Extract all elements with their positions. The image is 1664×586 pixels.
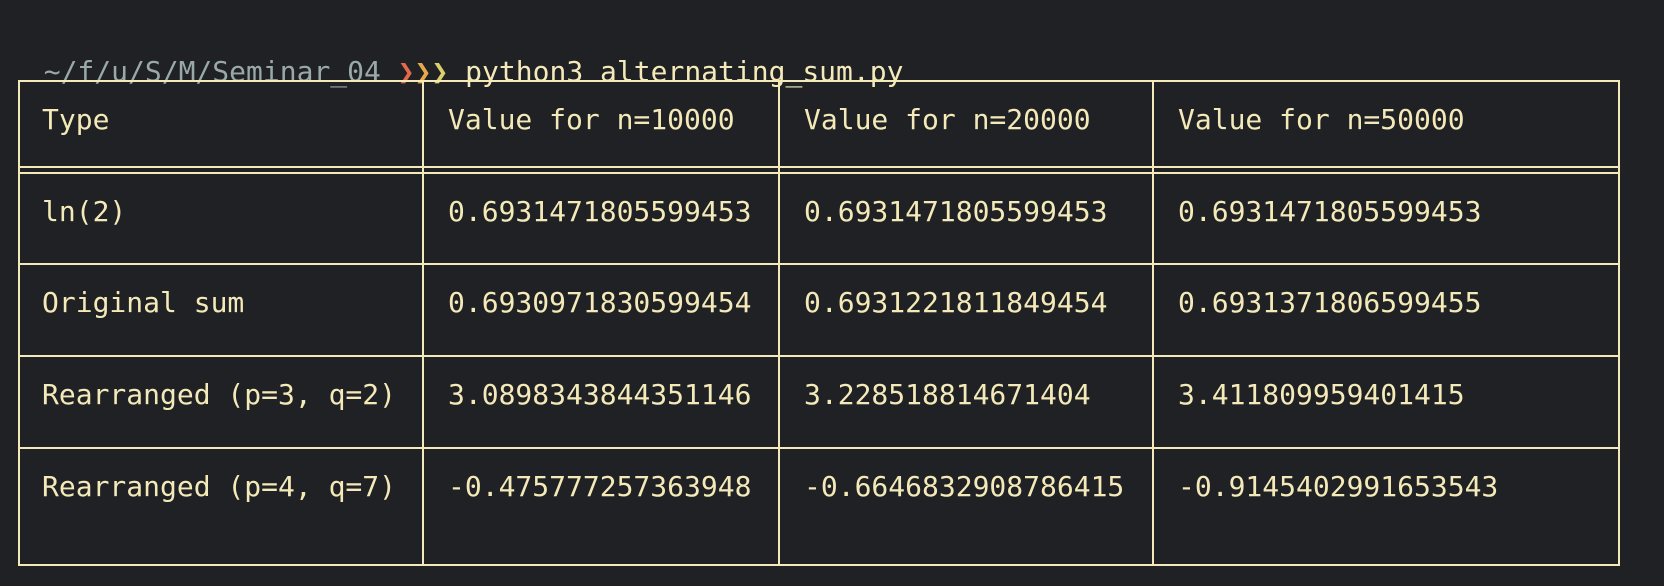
row-rearranged-p4q7-n50000: -0.9145402991653543 [1178, 470, 1499, 503]
row-ln2-n50000: 0.6931471805599453 [1178, 195, 1482, 228]
row-rearranged-p4q7-n10000: -0.475777257363948 [448, 470, 752, 503]
row-rearranged-p4q7-type: Rearranged (p=4, q=7) [42, 470, 397, 503]
row-rearranged-p3q2-n10000: 3.0898343844351146 [448, 378, 752, 411]
header-n20000: Value for n=20000 [804, 103, 1091, 136]
header-type: Type [42, 103, 110, 136]
header-n50000: Value for n=50000 [1178, 103, 1465, 136]
header-n10000: Value for n=10000 [448, 103, 735, 136]
row-original-n50000: 0.6931371806599455 [1178, 286, 1482, 319]
row-ln2-n20000: 0.6931471805599453 [804, 195, 1108, 228]
row-rearranged-p3q2-n20000: 3.228518814671404 [804, 378, 1091, 411]
row-rearranged-p3q2-n50000: 3.411809959401415 [1178, 378, 1465, 411]
row-original-type: Original sum [42, 286, 245, 319]
row-original-n10000: 0.6930971830599454 [448, 286, 752, 319]
row-ln2-n10000: 0.6931471805599453 [448, 195, 752, 228]
shell-prompt: ~/f/u/S/M/Seminar_04 ❯❯❯ python3 alterna… [10, 12, 904, 88]
row-rearranged-p3q2-type: Rearranged (p=3, q=2) [42, 378, 397, 411]
row-rearranged-p4q7-n20000: -0.6646832908786415 [804, 470, 1125, 503]
row-ln2-type: ln(2) [42, 195, 127, 228]
row-original-n20000: 0.6931221811849454 [804, 286, 1108, 319]
results-table: Type Value for n=10000 Value for n=20000… [18, 80, 1620, 566]
